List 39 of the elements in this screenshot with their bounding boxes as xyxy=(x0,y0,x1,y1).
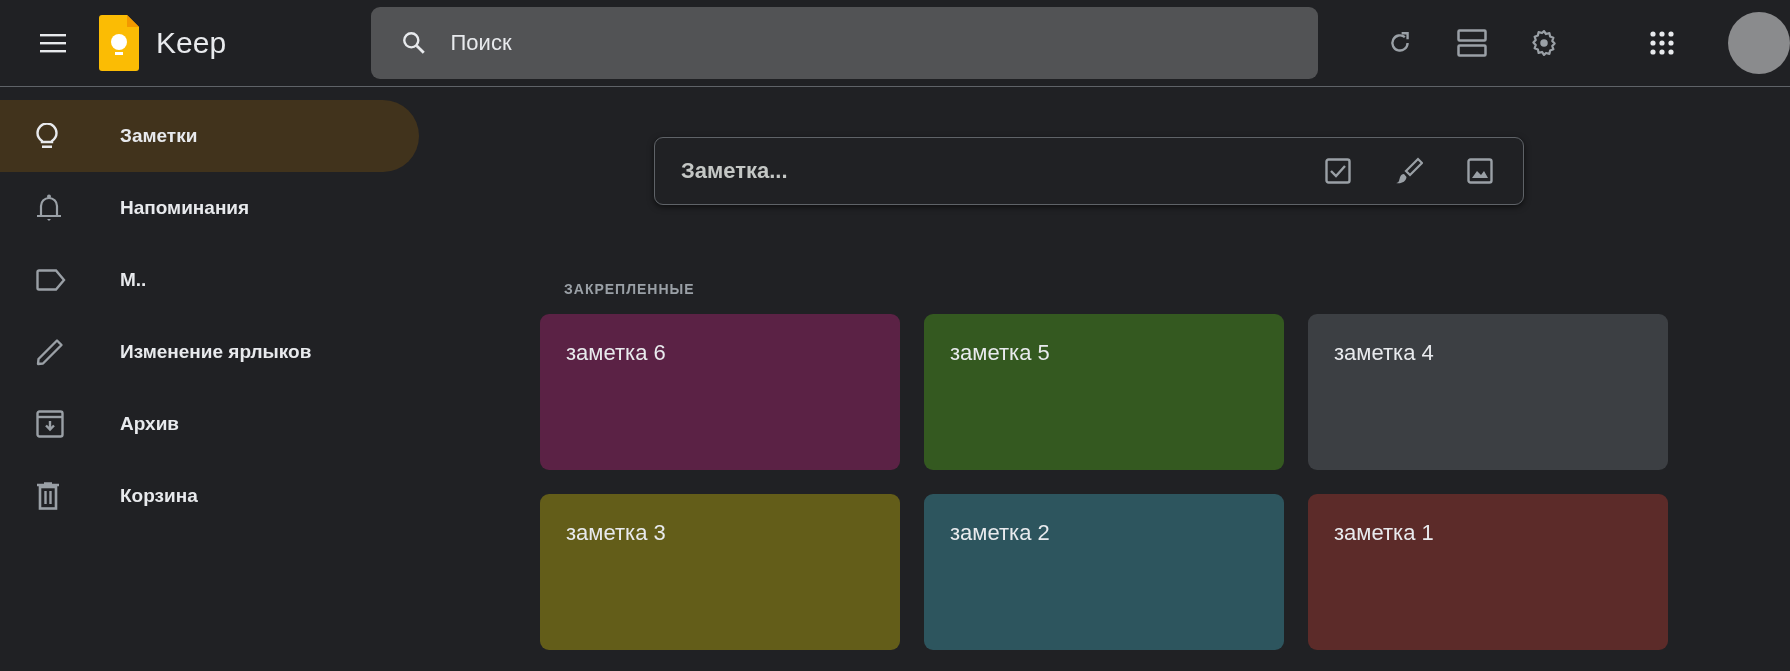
settings-icon[interactable] xyxy=(1529,28,1559,58)
note-title: заметка 5 xyxy=(950,340,1050,365)
note-title: заметка 1 xyxy=(1334,520,1434,545)
note-card[interactable]: заметка 6 xyxy=(540,314,900,470)
brush-icon[interactable] xyxy=(1395,157,1423,185)
label-icon xyxy=(36,269,66,291)
sidebar-item[interactable]: Заметки xyxy=(0,100,419,172)
section-heading: ЗАКРЕПЛЕННЫЕ xyxy=(564,281,696,297)
list-view-icon[interactable] xyxy=(1457,29,1487,57)
keep-logo-icon xyxy=(99,15,139,71)
lightbulb-icon xyxy=(36,123,58,149)
menu-icon[interactable] xyxy=(40,33,66,53)
sidebar-item[interactable]: М.. xyxy=(0,244,419,316)
apps-grid-icon[interactable] xyxy=(1650,31,1674,55)
checkbox-icon[interactable] xyxy=(1325,158,1351,184)
note-title: заметка 3 xyxy=(566,520,666,545)
pencil-icon xyxy=(36,338,64,366)
image-icon[interactable] xyxy=(1467,158,1493,184)
sidebar-item[interactable]: Архив xyxy=(0,388,419,460)
search-bar[interactable]: Поиск xyxy=(370,7,1318,79)
note-title: заметка 4 xyxy=(1334,340,1434,365)
archive-icon xyxy=(36,410,64,438)
note-title: заметка 2 xyxy=(950,520,1050,545)
note-card[interactable]: заметка 2 xyxy=(924,494,1284,650)
search-icon xyxy=(400,30,427,56)
note-card[interactable]: заметка 4 xyxy=(1308,314,1668,470)
note-card[interactable]: заметка 5 xyxy=(924,314,1284,470)
sidebar-item[interactable]: Корзина xyxy=(0,460,419,532)
note-input[interactable]: Заметка... xyxy=(679,157,1325,185)
note-title: заметка 6 xyxy=(566,340,666,365)
note-card[interactable]: заметка 1 xyxy=(1308,494,1668,650)
note-bar[interactable]: Заметка... xyxy=(654,137,1524,205)
bell-icon xyxy=(36,193,62,223)
app-name: Keep xyxy=(156,26,227,60)
trash-icon xyxy=(36,482,60,510)
sidebar-item[interactable]: Изменение ярлыков xyxy=(0,316,419,388)
search-field[interactable]: Поиск xyxy=(448,29,1318,57)
sidebar-item[interactable]: Напоминания xyxy=(0,172,419,244)
note-card[interactable]: заметка 3 xyxy=(540,494,900,650)
